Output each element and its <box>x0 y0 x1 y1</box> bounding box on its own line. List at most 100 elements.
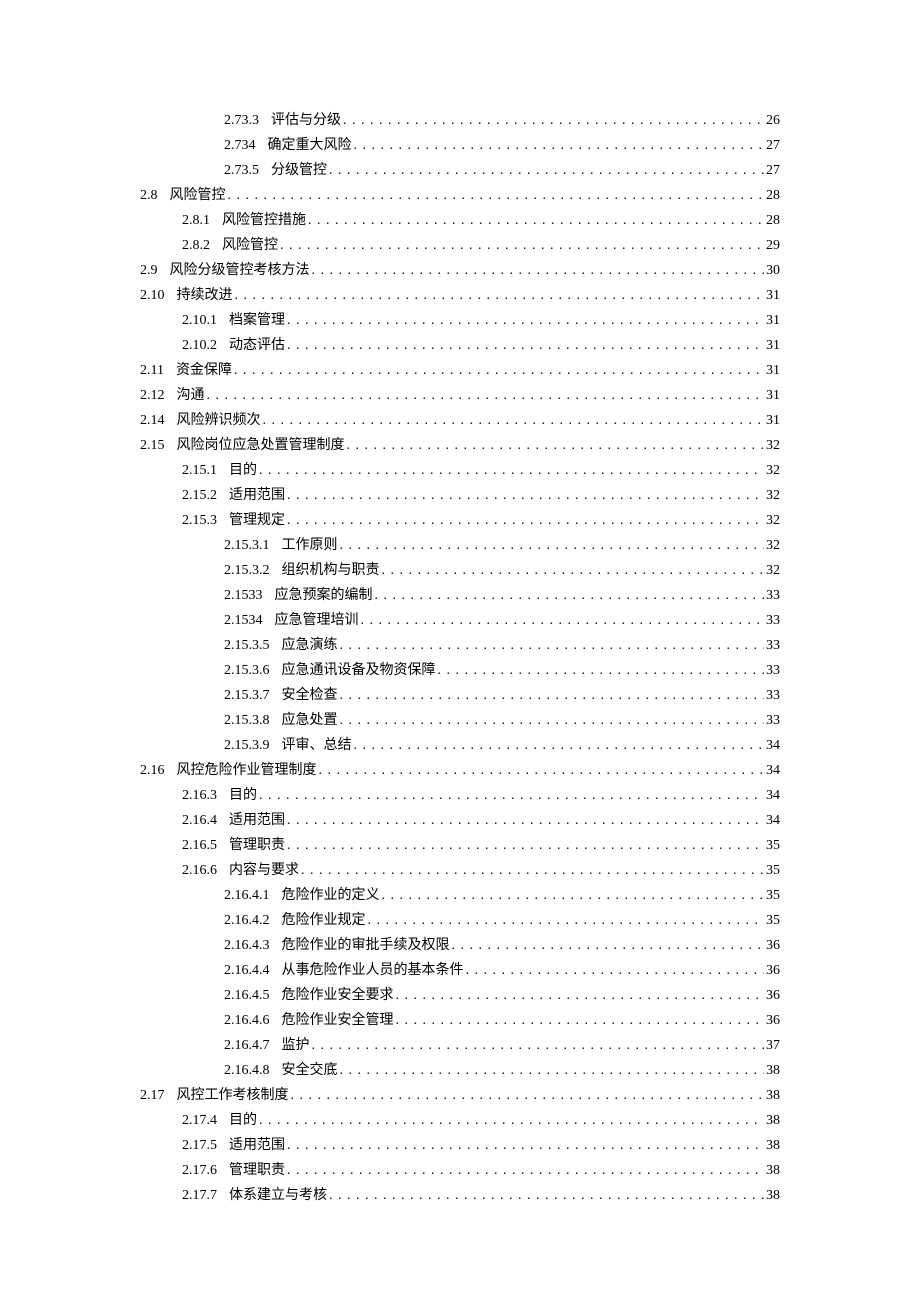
toc-entry-page: 31 <box>764 383 780 408</box>
toc-entry-number: 2.15.3.7 <box>224 683 282 708</box>
toc-entry[interactable]: 2.17.6管理职责. . . . . . . . . . . . . . . … <box>182 1158 780 1183</box>
toc-entry[interactable]: 2.1534应急管理培训. . . . . . . . . . . . . . … <box>224 608 780 633</box>
toc-leader-dots: . . . . . . . . . . . . . . . . . . . . … <box>341 108 764 133</box>
toc-entry[interactable]: 2.15.2适用范围. . . . . . . . . . . . . . . … <box>182 483 780 508</box>
toc-entry-page: 33 <box>764 583 780 608</box>
toc-entry[interactable]: 2.14风险辨识频次. . . . . . . . . . . . . . . … <box>140 408 780 433</box>
toc-entry-number: 2.16.4.7 <box>224 1033 282 1058</box>
toc-entry-page: 36 <box>764 1008 780 1033</box>
toc-entry[interactable]: 2.73.5分级管控. . . . . . . . . . . . . . . … <box>224 158 780 183</box>
toc-entry-title: 应急通讯设备及物资保障 <box>282 658 436 683</box>
toc-entry[interactable]: 2.10持续改进. . . . . . . . . . . . . . . . … <box>140 283 780 308</box>
toc-entry-number: 2.16.4.1 <box>224 883 282 908</box>
toc-entry-number: 2.14 <box>140 408 177 433</box>
toc-leader-dots: . . . . . . . . . . . . . . . . . . . . … <box>285 308 764 333</box>
toc-entry[interactable]: 2.17.4目的. . . . . . . . . . . . . . . . … <box>182 1108 780 1133</box>
toc-entry[interactable]: 2.17.5适用范围. . . . . . . . . . . . . . . … <box>182 1133 780 1158</box>
toc-entry[interactable]: 2.10.2动态评估. . . . . . . . . . . . . . . … <box>182 333 780 358</box>
toc-entry[interactable]: 2.1533应急预案的编制. . . . . . . . . . . . . .… <box>224 583 780 608</box>
toc-entry[interactable]: 2.11资金保障. . . . . . . . . . . . . . . . … <box>140 358 780 383</box>
toc-entry[interactable]: 2.15.3.1工作原则. . . . . . . . . . . . . . … <box>224 533 780 558</box>
toc-leader-dots: . . . . . . . . . . . . . . . . . . . . … <box>352 733 765 758</box>
toc-leader-dots: . . . . . . . . . . . . . . . . . . . . … <box>257 458 764 483</box>
toc-entry-page: 34 <box>764 808 780 833</box>
toc-entry-title: 工作原则 <box>282 533 338 558</box>
toc-entry[interactable]: 2.16.4.2危险作业规定. . . . . . . . . . . . . … <box>224 908 780 933</box>
toc-entry-number: 2.15 <box>140 433 177 458</box>
toc-page: 2.73.3评估与分级. . . . . . . . . . . . . . .… <box>0 0 920 1301</box>
toc-entry-title: 危险作业的审批手续及权限 <box>282 933 450 958</box>
toc-leader-dots: . . . . . . . . . . . . . . . . . . . . … <box>226 183 765 208</box>
toc-entry[interactable]: 2.17.7体系建立与考核. . . . . . . . . . . . . .… <box>182 1183 780 1208</box>
toc-entry[interactable]: 2.15.3.5应急演练. . . . . . . . . . . . . . … <box>224 633 780 658</box>
toc-entry[interactable]: 2.8.2风险管控. . . . . . . . . . . . . . . .… <box>182 233 780 258</box>
toc-entry[interactable]: 2.16.4适用范围. . . . . . . . . . . . . . . … <box>182 808 780 833</box>
toc-entry-title: 适用范围 <box>229 483 285 508</box>
toc-entry-number: 2.17.5 <box>182 1133 229 1158</box>
toc-entry[interactable]: 2.15.3.9评审、总结. . . . . . . . . . . . . .… <box>224 733 780 758</box>
toc-entry[interactable]: 2.16.4.5危险作业安全要求. . . . . . . . . . . . … <box>224 983 780 1008</box>
toc-entry-number: 2.15.3.8 <box>224 708 282 733</box>
toc-entry-title: 风控危险作业管理制度 <box>177 758 317 783</box>
toc-entry-title: 危险作业安全要求 <box>282 983 394 1008</box>
toc-entry[interactable]: 2.16.5管理职责. . . . . . . . . . . . . . . … <box>182 833 780 858</box>
toc-entry[interactable]: 2.16.4.8安全交底. . . . . . . . . . . . . . … <box>224 1058 780 1083</box>
toc-entry[interactable]: 2.15.3管理规定. . . . . . . . . . . . . . . … <box>182 508 780 533</box>
toc-entry[interactable]: 2.15.3.8应急处置. . . . . . . . . . . . . . … <box>224 708 780 733</box>
toc-entry-title: 应急管理培训 <box>275 608 359 633</box>
toc-entry-title: 目的 <box>229 1108 257 1133</box>
toc-entry-number: 2.734 <box>224 133 268 158</box>
toc-entry[interactable]: 2.10.1档案管理. . . . . . . . . . . . . . . … <box>182 308 780 333</box>
toc-entry[interactable]: 2.16.4.3危险作业的审批手续及权限. . . . . . . . . . … <box>224 933 780 958</box>
toc-entry-page: 38 <box>764 1083 780 1108</box>
toc-entry[interactable]: 2.8.1风险管控措施. . . . . . . . . . . . . . .… <box>182 208 780 233</box>
toc-entry-title: 档案管理 <box>229 308 285 333</box>
toc-entry[interactable]: 2.15.1目的. . . . . . . . . . . . . . . . … <box>182 458 780 483</box>
toc-entry-number: 2.15.2 <box>182 483 229 508</box>
toc-entry[interactable]: 2.15.3.6应急通讯设备及物资保障. . . . . . . . . . .… <box>224 658 780 683</box>
toc-entry-title: 动态评估 <box>229 333 285 358</box>
toc-entry-title: 适用范围 <box>229 808 285 833</box>
toc-entry[interactable]: 2.16.4.4从事危险作业人员的基本条件. . . . . . . . . .… <box>224 958 780 983</box>
toc-leader-dots: . . . . . . . . . . . . . . . . . . . . … <box>464 958 765 983</box>
toc-entry-title: 从事危险作业人员的基本条件 <box>282 958 464 983</box>
toc-leader-dots: . . . . . . . . . . . . . . . . . . . . … <box>232 358 764 383</box>
toc-entry-number: 2.73.5 <box>224 158 271 183</box>
toc-entry-page: 33 <box>764 708 780 733</box>
toc-entry[interactable]: 2.15.3.2组织机构与职责. . . . . . . . . . . . .… <box>224 558 780 583</box>
toc-entry-title: 安全交底 <box>282 1058 338 1083</box>
toc-entry-title: 确定重大风险 <box>268 133 352 158</box>
toc-leader-dots: . . . . . . . . . . . . . . . . . . . . … <box>257 1108 764 1133</box>
toc-leader-dots: . . . . . . . . . . . . . . . . . . . . … <box>289 1083 765 1108</box>
toc-entry-number: 2.1534 <box>224 608 275 633</box>
toc-entry[interactable]: 2.9风险分级管控考核方法. . . . . . . . . . . . . .… <box>140 258 780 283</box>
toc-entry[interactable]: 2.16.4.1危险作业的定义. . . . . . . . . . . . .… <box>224 883 780 908</box>
toc-entry-title: 管理规定 <box>229 508 285 533</box>
toc-entry[interactable]: 2.15.3.7安全检查. . . . . . . . . . . . . . … <box>224 683 780 708</box>
toc-entry-number: 2.16.4.6 <box>224 1008 282 1033</box>
toc-entry[interactable]: 2.8风险管控. . . . . . . . . . . . . . . . .… <box>140 183 780 208</box>
toc-entry[interactable]: 2.17风控工作考核制度. . . . . . . . . . . . . . … <box>140 1083 780 1108</box>
toc-entry[interactable]: 2.16.4.7监护. . . . . . . . . . . . . . . … <box>224 1033 780 1058</box>
toc-entry-page: 28 <box>764 208 780 233</box>
toc-leader-dots: . . . . . . . . . . . . . . . . . . . . … <box>257 783 764 808</box>
toc-entry[interactable]: 2.15风险岗位应急处置管理制度. . . . . . . . . . . . … <box>140 433 780 458</box>
toc-leader-dots: . . . . . . . . . . . . . . . . . . . . … <box>310 1033 765 1058</box>
toc-leader-dots: . . . . . . . . . . . . . . . . . . . . … <box>278 233 764 258</box>
toc-entry-page: 32 <box>764 458 780 483</box>
toc-entry[interactable]: 2.12沟通. . . . . . . . . . . . . . . . . … <box>140 383 780 408</box>
toc-entry-number: 2.73.3 <box>224 108 271 133</box>
toc-entry-title: 评估与分级 <box>271 108 341 133</box>
toc-entry[interactable]: 2.16.3目的. . . . . . . . . . . . . . . . … <box>182 783 780 808</box>
toc-entry[interactable]: 2.16风控危险作业管理制度. . . . . . . . . . . . . … <box>140 758 780 783</box>
toc-entry[interactable]: 2.73.3评估与分级. . . . . . . . . . . . . . .… <box>224 108 780 133</box>
toc-entry-title: 危险作业安全管理 <box>282 1008 394 1033</box>
toc-leader-dots: . . . . . . . . . . . . . . . . . . . . … <box>345 433 765 458</box>
toc-entry[interactable]: 2.734确定重大风险. . . . . . . . . . . . . . .… <box>224 133 780 158</box>
toc-entry-number: 2.16.4.5 <box>224 983 282 1008</box>
toc-entry[interactable]: 2.16.6内容与要求. . . . . . . . . . . . . . .… <box>182 858 780 883</box>
toc-entry-page: 36 <box>764 983 780 1008</box>
toc-entry-number: 2.15.3.9 <box>224 733 282 758</box>
toc-entry-number: 2.16.4 <box>182 808 229 833</box>
toc-entry[interactable]: 2.16.4.6危险作业安全管理. . . . . . . . . . . . … <box>224 1008 780 1033</box>
